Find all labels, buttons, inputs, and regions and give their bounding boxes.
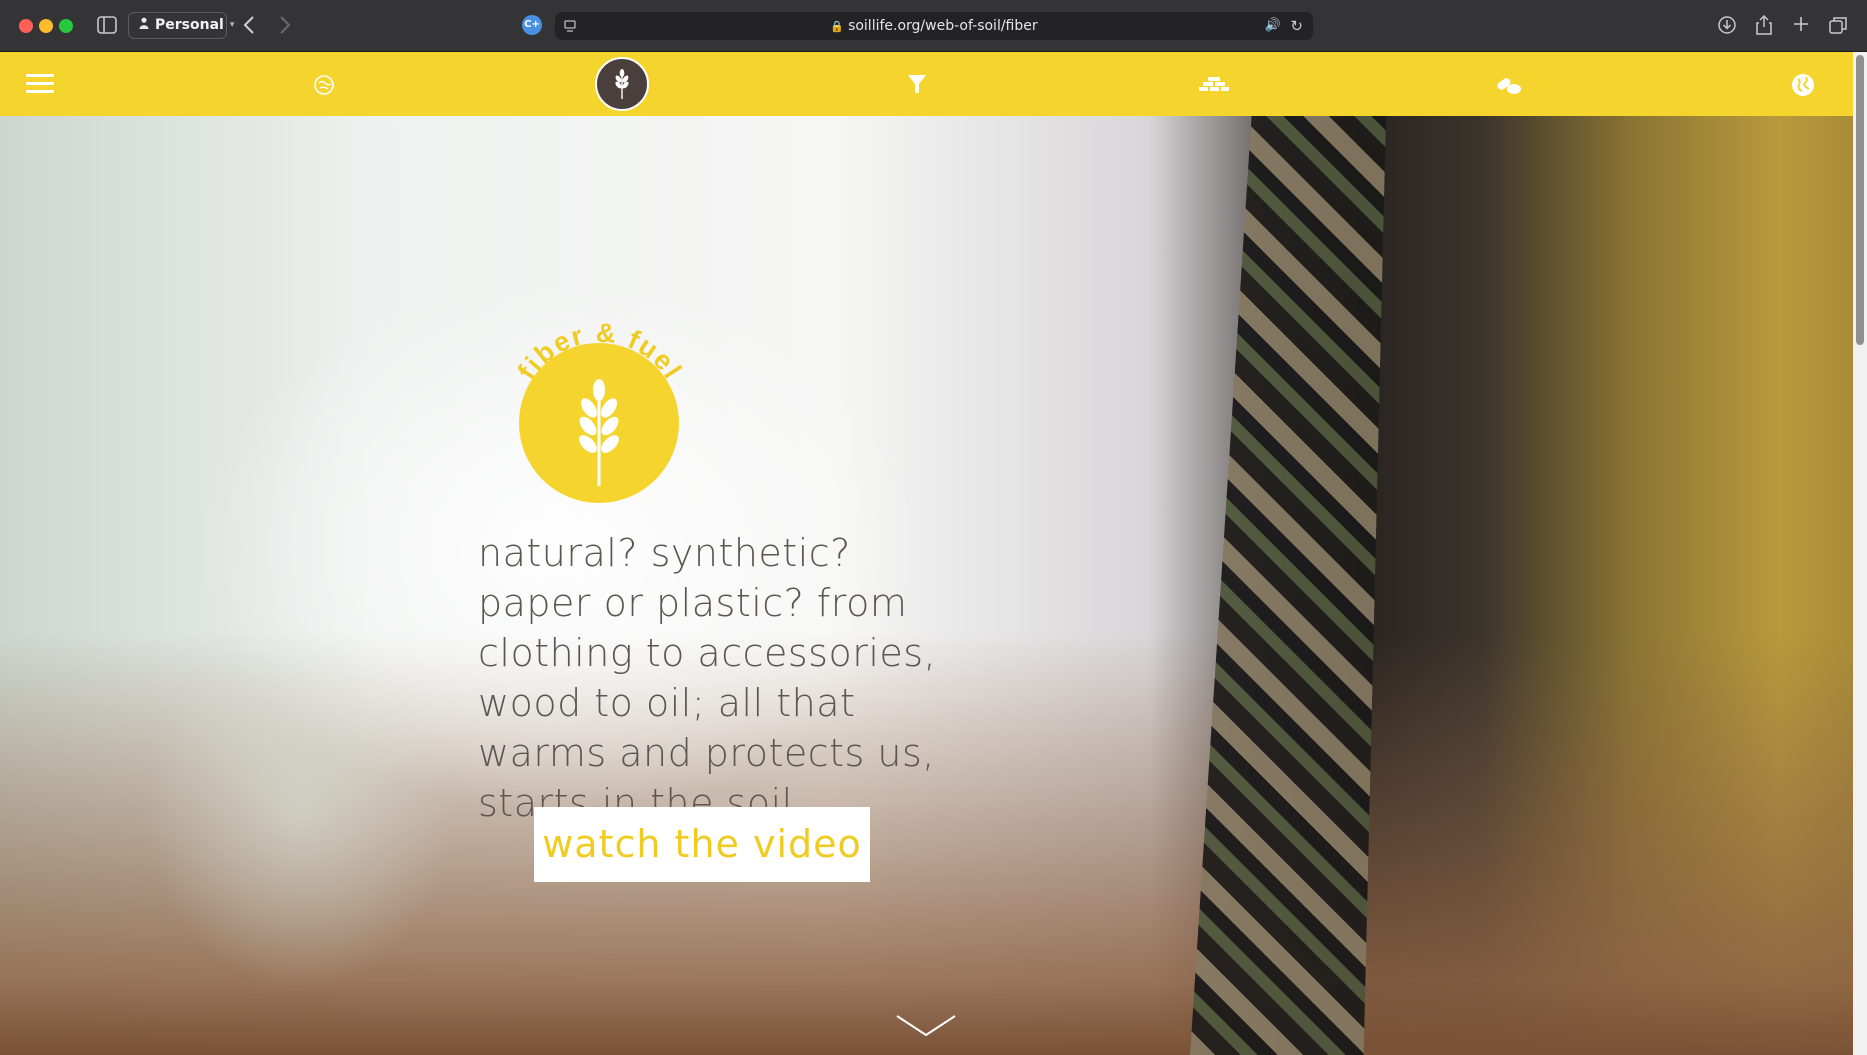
patterned-fabric-image — [1190, 116, 1386, 1055]
hero-background-photo: fiber & fuel natural? synthetic? paper o… — [0, 116, 1853, 1055]
forward-icon[interactable] — [279, 15, 291, 39]
hero-headline: natural? synthetic? paper or plastic? fr… — [478, 528, 938, 828]
filter-funnel-icon[interactable] — [905, 72, 929, 96]
close-window-button[interactable] — [19, 19, 33, 33]
person-icon — [139, 13, 149, 38]
new-tab-icon[interactable] — [1792, 15, 1810, 37]
soil-ball-icon[interactable] — [312, 72, 336, 96]
headline-line: natural? synthetic? — [478, 531, 851, 575]
scroll-down-chevron-icon[interactable] — [895, 1014, 957, 1038]
page-settings-icon[interactable] — [563, 12, 577, 40]
lock-icon: 🔒 — [830, 20, 845, 33]
reload-icon[interactable]: ↻ — [1290, 12, 1303, 40]
profile-selector[interactable]: Personal ▾ — [128, 12, 234, 39]
globe-icon[interactable] — [1790, 72, 1816, 96]
headline-line: clothing to accessories, — [478, 631, 937, 675]
share-icon[interactable] — [1755, 14, 1773, 40]
back-icon[interactable] — [243, 15, 255, 39]
wheat-icon — [579, 379, 619, 486]
watch-video-button[interactable]: watch the video — [534, 807, 870, 882]
extension-icon[interactable]: C+ — [522, 15, 542, 35]
hamburger-menu-icon[interactable] — [26, 74, 54, 94]
headline-line: wood to oil; all that — [478, 681, 856, 725]
page-scrollbar[interactable] — [1853, 52, 1867, 1055]
headline-line: paper or plastic? from — [478, 581, 908, 625]
url-text: soillife.org/web-of-soil/fiber — [848, 18, 1038, 34]
zoom-window-button[interactable] — [59, 19, 73, 33]
scrollbar-thumb[interactable] — [1856, 55, 1864, 345]
audio-playing-icon[interactable]: 🔊 — [1265, 12, 1281, 40]
nav-wheat-active[interactable] — [595, 57, 649, 111]
medicine-pills-icon[interactable] — [1495, 72, 1523, 96]
address-bar[interactable]: 🔒 soillife.org/web-of-soil/fiber 🔊 ↻ — [555, 12, 1313, 40]
headline-line: warms and protects us, — [478, 731, 935, 775]
fiber-fuel-badge: fiber & fuel — [500, 306, 700, 503]
top-navigation-bar — [0, 52, 1853, 116]
minimize-window-button[interactable] — [39, 19, 53, 33]
sidebar-toggle-icon[interactable] — [97, 16, 117, 38]
profile-label: Personal — [155, 17, 224, 33]
wheat-icon — [615, 69, 629, 99]
tab-overview-icon[interactable] — [1828, 15, 1848, 39]
page-viewport: fiber & fuel natural? synthetic? paper o… — [0, 52, 1853, 1055]
chevron-down-icon: ▾ — [229, 20, 235, 30]
browser-toolbar: Personal ▾ C+ 🔒 soillife.org/web-of-soil/… — [0, 0, 1867, 52]
bricks-icon[interactable] — [1199, 72, 1229, 96]
downloads-icon[interactable] — [1717, 15, 1737, 39]
